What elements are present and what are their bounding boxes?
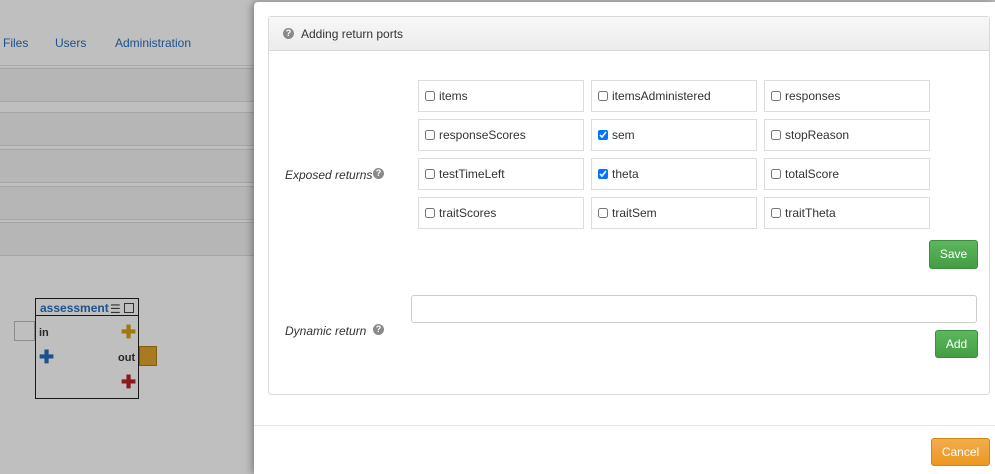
option-items[interactable]: items [418, 80, 584, 112]
dynamic-return-input[interactable] [411, 295, 977, 323]
return-ports-panel: ? Adding return ports Exposed returns ? … [268, 16, 990, 395]
option-label: theta [612, 167, 639, 181]
save-button[interactable]: Save [929, 240, 978, 269]
modal-footer-divider [254, 425, 995, 426]
checkbox-responses[interactable] [771, 91, 781, 101]
option-sem[interactable]: sem [591, 119, 757, 151]
option-itemsadministered[interactable]: itemsAdministered [591, 80, 757, 112]
option-label: traitTheta [785, 206, 836, 220]
option-responsescores[interactable]: responseScores [418, 119, 584, 151]
option-label: totalScore [785, 167, 840, 181]
checkbox-testtimeleft[interactable] [425, 169, 435, 179]
option-label: testTimeLeft [439, 167, 505, 181]
checkbox-traittheta[interactable] [771, 208, 781, 218]
option-traitsem[interactable]: traitSem [591, 197, 757, 229]
option-label: stopReason [785, 128, 850, 142]
option-stopreason[interactable]: stopReason [764, 119, 930, 151]
checkbox-stopreason[interactable] [771, 130, 781, 140]
option-traitscores[interactable]: traitScores [418, 197, 584, 229]
checkbox-traitscores[interactable] [425, 208, 435, 218]
help-icon[interactable]: ? [373, 168, 384, 179]
option-label: traitSem [612, 206, 657, 220]
option-totalscore[interactable]: totalScore [764, 158, 930, 190]
checkbox-totalscore[interactable] [771, 169, 781, 179]
checkbox-traitsem[interactable] [598, 208, 608, 218]
checkbox-theta[interactable] [598, 169, 608, 179]
option-responses[interactable]: responses [764, 80, 930, 112]
help-icon[interactable]: ? [373, 324, 384, 335]
panel-title: Adding return ports [301, 27, 404, 41]
option-label: itemsAdministered [612, 89, 711, 103]
option-testtimeleft[interactable]: testTimeLeft [418, 158, 584, 190]
option-label: responses [785, 89, 841, 103]
add-button[interactable]: Add [935, 330, 978, 358]
option-label: traitScores [439, 206, 497, 220]
checkbox-sem[interactable] [598, 130, 608, 140]
checkbox-items[interactable] [425, 91, 435, 101]
exposed-returns-label: Exposed returns [285, 168, 373, 182]
panel-header: ? Adding return ports [269, 17, 989, 51]
option-theta[interactable]: theta [591, 158, 757, 190]
option-label: items [439, 89, 468, 103]
checkbox-itemsadministered[interactable] [598, 91, 608, 101]
checkbox-responsescores[interactable] [425, 130, 435, 140]
help-icon: ? [283, 28, 294, 39]
option-label: responseScores [439, 128, 526, 142]
option-label: sem [612, 128, 635, 142]
option-traittheta[interactable]: traitTheta [764, 197, 930, 229]
dynamic-return-label: Dynamic return [285, 324, 367, 338]
return-ports-modal: ? Adding return ports Exposed returns ? … [254, 2, 995, 474]
cancel-button[interactable]: Cancel [931, 438, 990, 466]
